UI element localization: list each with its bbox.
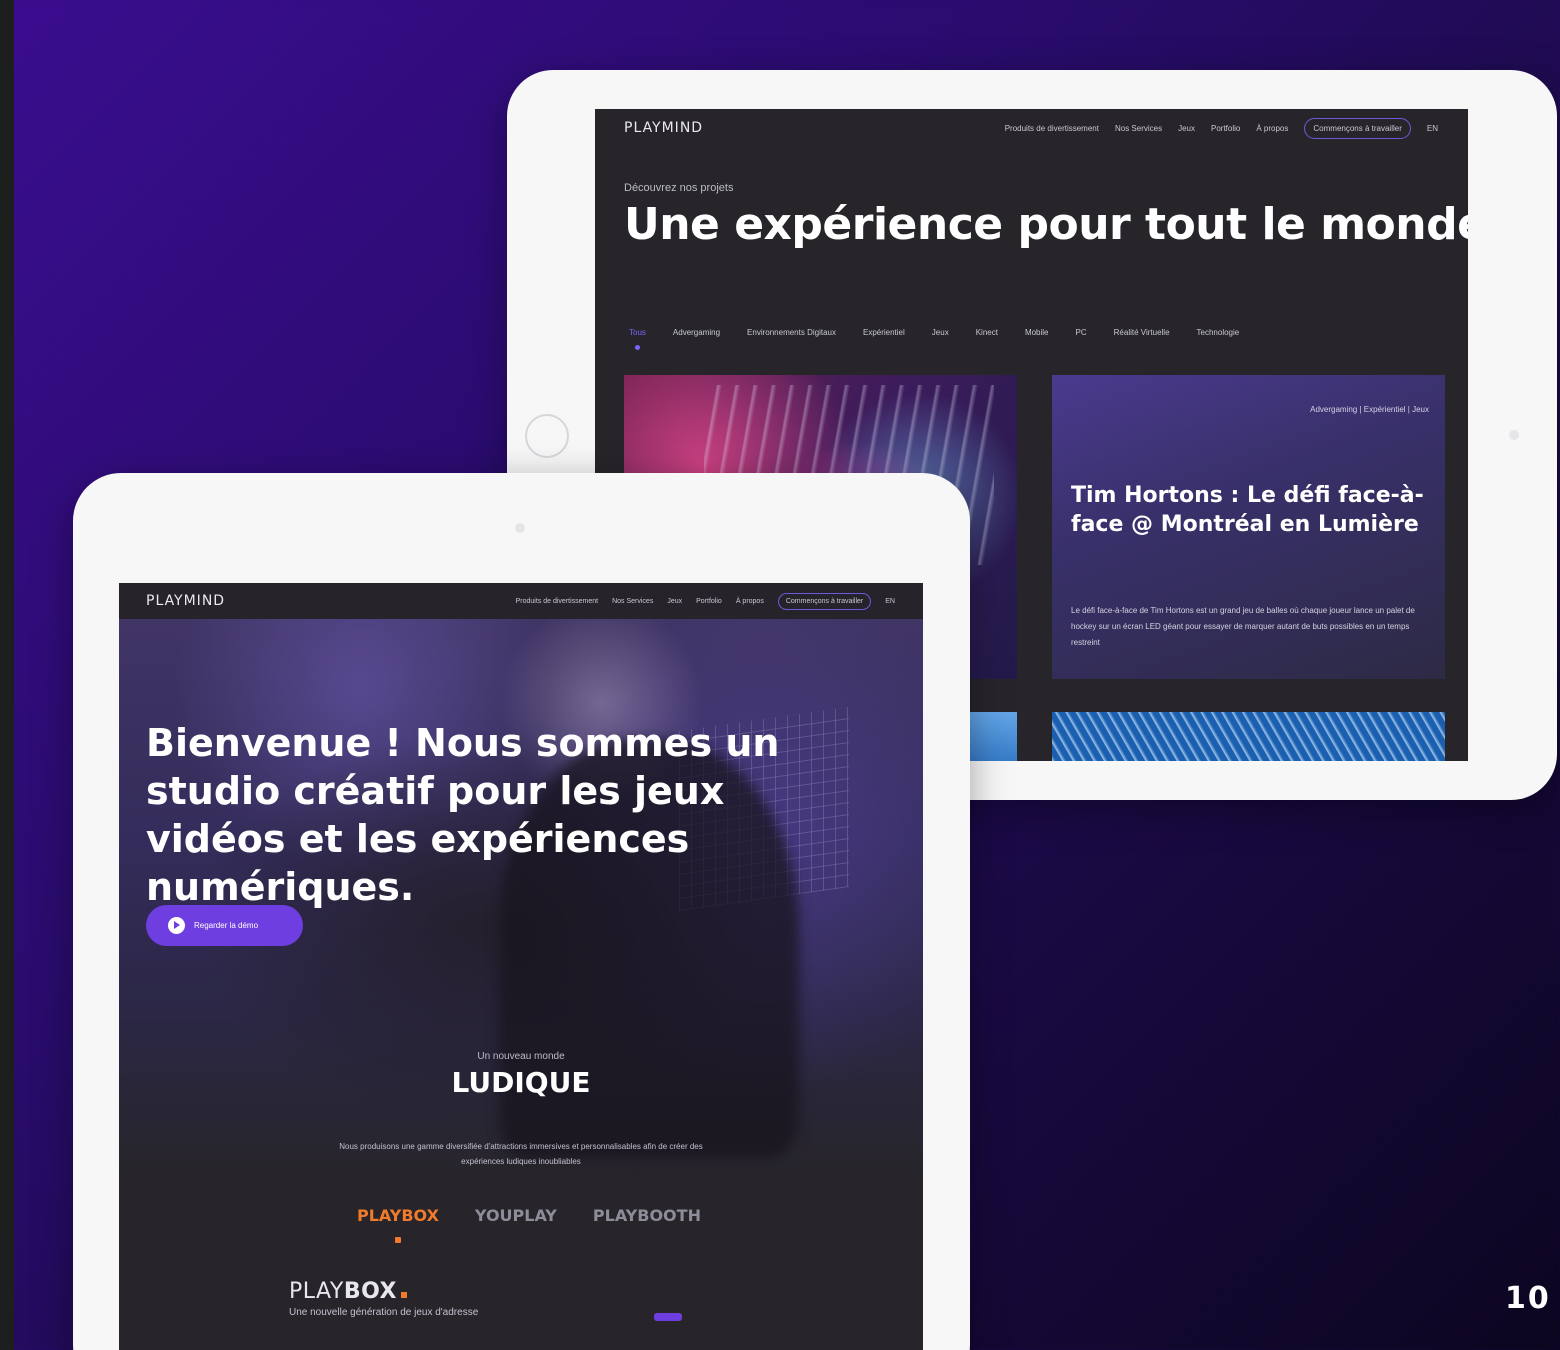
site-logo[interactable]: PLAYMIND: [624, 120, 703, 136]
filter-tab-experientiel[interactable]: Expérientiel: [863, 328, 905, 337]
filter-tab-jeux[interactable]: Jeux: [932, 328, 949, 337]
nav-links: Produits de divertissement Nos Services …: [989, 117, 1438, 139]
product-preview-peek: [654, 1313, 682, 1321]
page-title: Une expérience pour tout le monde: [624, 199, 1468, 250]
playbox-logo-bold: BOX: [343, 1279, 397, 1304]
filter-tab-technologie[interactable]: Technologie: [1197, 328, 1240, 337]
home-button[interactable]: [525, 414, 569, 458]
tablet-front: PLAYMIND Produits de divertissement Nos …: [73, 473, 970, 1350]
project-card[interactable]: Advergaming | Expérientiel | Jeux Tim Ho…: [1052, 375, 1445, 679]
filter-tab-environnements[interactable]: Environnements Digitaux: [747, 328, 836, 337]
project-tags: Advergaming | Expérientiel | Jeux: [1310, 405, 1429, 414]
top-nav: PLAYMIND Produits de divertissement Nos …: [595, 109, 1468, 147]
nav-link-a-propos[interactable]: À propos: [1256, 124, 1288, 133]
project-description: Le défi face-à-face de Tim Hortons est u…: [1071, 606, 1415, 647]
logo-dot: [400, 1292, 407, 1298]
filter-tab-advergaming[interactable]: Advergaming: [673, 328, 720, 337]
watch-demo-button[interactable]: Regarder la démo: [146, 905, 303, 946]
nav-link-portfolio[interactable]: Portfolio: [1211, 124, 1240, 133]
camera-icon: [1509, 430, 1519, 440]
playbox-subtitle: Une nouvelle génération de jeux d'adress…: [289, 1307, 479, 1318]
nav-link-jeux[interactable]: Jeux: [667, 598, 682, 605]
section-title: LUDIQUE: [451, 1066, 591, 1099]
tab-youplay[interactable]: YOUPLAY: [475, 1206, 557, 1225]
nav-link-produits[interactable]: Produits de divertissement: [516, 598, 598, 605]
project-image-3[interactable]: [1052, 712, 1445, 761]
section-kicker: Découvrez nos projets: [624, 182, 734, 194]
filter-tab-mobile[interactable]: Mobile: [1025, 328, 1049, 337]
playbox-logo-light: PLAY: [289, 1279, 344, 1304]
hero-title: Bienvenue ! Nous sommes un studio créati…: [146, 721, 780, 909]
page-number: 10: [1505, 1281, 1551, 1316]
nav-link-portfolio[interactable]: Portfolio: [696, 598, 722, 605]
watch-demo-label: Regarder la démo: [194, 921, 259, 930]
tab-playbox[interactable]: PLAYBOX: [357, 1206, 439, 1243]
cta-button[interactable]: Commençons à travailler: [1304, 117, 1411, 139]
play-icon: [168, 917, 185, 934]
left-edge-strip: [0, 0, 14, 1350]
language-switch[interactable]: EN: [885, 598, 895, 605]
nav-link-services[interactable]: Nos Services: [1115, 124, 1162, 133]
filter-tab-realite-virtuelle[interactable]: Réalité Virtuelle: [1114, 328, 1170, 337]
nav-link-services[interactable]: Nos Services: [612, 598, 653, 605]
camera-icon: [515, 523, 525, 533]
top-nav: PLAYMIND Produits de divertissement Nos …: [119, 583, 923, 619]
filter-tab-pc[interactable]: PC: [1076, 328, 1087, 337]
front-screen: PLAYMIND Produits de divertissement Nos …: [119, 583, 923, 1350]
section-description: Nous produisons une gamme diversifiée d'…: [339, 1142, 703, 1166]
nav-link-jeux[interactable]: Jeux: [1178, 124, 1195, 133]
language-switch[interactable]: EN: [1427, 124, 1438, 133]
filter-tabs: Tous Advergaming Environnements Digitaux…: [629, 328, 1266, 350]
site-logo[interactable]: PLAYMIND: [146, 593, 225, 609]
playbox-logo: PLAYBOX: [289, 1279, 407, 1304]
product-tabs: PLAYBOX YOUPLAY PLAYBOOTH: [357, 1206, 737, 1243]
project-title[interactable]: Tim Hortons : Le défi face-à-face @ Mont…: [1071, 481, 1431, 539]
filter-tab-kinect[interactable]: Kinect: [976, 328, 998, 337]
nav-link-produits[interactable]: Produits de divertissement: [1005, 124, 1099, 133]
section-kicker: Un nouveau monde: [477, 1051, 565, 1062]
nav-links: Produits de divertissement Nos Services …: [502, 592, 895, 610]
tab-playbooth[interactable]: PLAYBOOTH: [593, 1206, 701, 1225]
cta-button[interactable]: Commençons à travailler: [777, 592, 872, 610]
nav-link-a-propos[interactable]: À propos: [736, 598, 764, 605]
filter-tab-tous[interactable]: Tous: [629, 328, 646, 350]
